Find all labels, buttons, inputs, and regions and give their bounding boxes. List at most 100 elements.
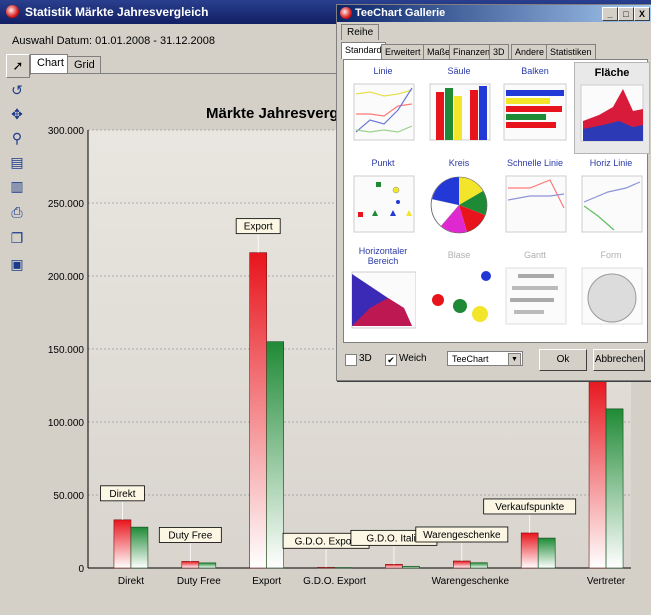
print-icon[interactable]: ⎙ — [9, 204, 25, 220]
gallery-type-label: Schnelle Linie — [506, 158, 564, 168]
save-icon[interactable]: ▣ — [9, 256, 25, 272]
bar-series-1 — [588, 377, 607, 569]
column-chart-thumbnail — [429, 83, 491, 141]
gallery-type-horiz-linie[interactable]: Horiz Linie — [574, 154, 648, 244]
theme-select[interactable]: TeeChart ▼ — [447, 351, 523, 366]
checkbox-3d[interactable] — [345, 354, 357, 366]
gallery-type-label: Punkt — [371, 158, 395, 168]
tab-statistiken[interactable]: Statistiken — [546, 44, 596, 59]
theme-select-value: TeeChart — [452, 354, 489, 364]
x-tick-label: G.D.O. Export — [303, 576, 366, 587]
bar-series-2 — [605, 408, 624, 569]
app-window: Statistik Märkte Jahresvergleich Auswahl… — [0, 0, 651, 615]
bar-series-1 — [385, 564, 403, 569]
gallery-type-blase[interactable]: Blase — [422, 246, 496, 336]
move-icon[interactable]: ✥ — [9, 106, 25, 122]
gallery-type-label: Gantt — [523, 250, 546, 260]
gallery-type-label: Horizontaler Bereich — [358, 246, 408, 266]
bar-series-1 — [317, 566, 335, 569]
bubble-chart-thumbnail — [432, 271, 491, 322]
gallery-type-gantt[interactable]: Gantt — [498, 246, 572, 336]
gallery-type-punkt[interactable]: Punkt — [346, 154, 420, 244]
minimize-button[interactable]: _ — [602, 7, 618, 21]
bar-series-2 — [537, 537, 556, 569]
bar-series-1 — [520, 532, 539, 569]
area-chart-thumbnail — [580, 84, 644, 142]
zoom-icon[interactable]: ⚲ — [9, 130, 25, 146]
bar-series-1 — [181, 561, 200, 569]
x-tick-label: Vertreter — [587, 576, 626, 587]
cancel-button[interactable]: Abbrechen — [593, 349, 645, 371]
gallery-type-label: Fläche — [594, 67, 630, 79]
tab-3d[interactable]: 3D — [489, 44, 509, 59]
chevron-down-icon[interactable]: ▼ — [508, 353, 521, 366]
maximize-button[interactable]: □ — [618, 7, 634, 21]
tab-chart[interactable]: Chart — [30, 54, 68, 75]
gallery-type-label: Blase — [447, 250, 471, 260]
window-title: Statistik Märkte Jahresvergleich — [25, 5, 209, 19]
checkbox-weich[interactable]: ✔ — [385, 354, 397, 366]
horizontal-line-thumbnail — [581, 175, 643, 233]
gallery-type-label: Säule — [447, 66, 471, 76]
y-tick-label: 100.000 — [48, 418, 85, 429]
app-icon — [6, 5, 19, 18]
chart-type-grid: Linie Säule Balken Fläche Punkt Kreis Sc… — [343, 59, 650, 343]
gallery-type-label: Balken — [521, 66, 549, 76]
ok-button[interactable]: Ok — [539, 349, 587, 371]
tab-erweitert[interactable]: Erweitert — [381, 44, 425, 59]
x-tick-label: Warengeschenke — [432, 576, 510, 587]
gallery-footer: 3D ✔ Weich TeeChart ▼ Ok Abbrechen — [343, 347, 646, 375]
gallery-type-flaeche[interactable]: Fläche — [574, 62, 650, 154]
tab-grid[interactable]: Grid — [67, 56, 101, 74]
chart-toolbar: ➚ ↺ ✥ ⚲ ▤ ▥ ⎙ ❐ ▣ — [4, 54, 30, 615]
gallery-type-form[interactable]: Form — [574, 246, 648, 336]
tab-standard[interactable]: Standard — [341, 42, 386, 59]
gallery-type-kreis[interactable]: Kreis — [422, 154, 496, 244]
gallery-type-schnelle-linie[interactable]: Schnelle Linie — [498, 154, 572, 244]
y-tick-label: 150.000 — [48, 345, 85, 356]
checkbox-weich-label: Weich — [399, 353, 427, 364]
tab-finanzen[interactable]: Finanzen — [449, 44, 495, 59]
gallery-type-balken[interactable]: Balken — [498, 62, 572, 152]
bar-series-2 — [198, 562, 217, 569]
data-label: Export — [244, 222, 273, 233]
gallery-type-horizontaler-bereich[interactable]: Horizontaler Bereich — [346, 246, 420, 336]
shape-chart-thumbnail — [581, 267, 643, 325]
bar-series-2 — [266, 341, 284, 569]
pie-chart-thumbnail — [430, 176, 488, 234]
y-tick-label: 50.000 — [53, 491, 84, 502]
tab-reihe[interactable]: Reihe — [341, 24, 380, 40]
bar-series-1 — [113, 519, 132, 569]
gallery-app-icon — [340, 7, 352, 19]
line-chart-thumbnail — [353, 83, 415, 141]
point-chart-thumbnail — [353, 175, 415, 233]
pointer-icon[interactable]: ➚ — [6, 54, 30, 78]
gallery-type-label: Horiz Linie — [589, 158, 633, 168]
checkbox-3d-label: 3D — [359, 353, 372, 364]
close-button[interactable]: X — [634, 7, 650, 21]
gallery-type-saeule[interactable]: Säule — [422, 62, 496, 152]
y-tick-label: 250.000 — [48, 199, 85, 210]
y-tick-label: 300.000 — [48, 126, 85, 137]
teechart-gallery-dialog: TeeChart Gallerie _ □ X Reihe Standard E… — [336, 4, 651, 381]
copy-icon[interactable]: ❐ — [9, 230, 25, 246]
gallery-subtabs: Standard Erweitert Maße Finanzen 3D Ande… — [341, 42, 648, 59]
bar-series-2 — [470, 562, 488, 569]
data-label: G.D.O. Italia — [366, 533, 421, 544]
x-tick-label: Direkt — [118, 576, 144, 587]
x-tick-label: Export — [252, 576, 281, 587]
gantt-chart-thumbnail — [505, 267, 567, 325]
bar-series-2 — [130, 526, 149, 569]
y-tick-label: 200.000 — [48, 272, 85, 283]
data-label: Warengeschenke — [423, 530, 501, 541]
edit-icon[interactable]: ▤ — [9, 154, 25, 170]
export-icon[interactable]: ▥ — [9, 178, 25, 194]
data-label: G.D.O. Export — [295, 536, 358, 547]
data-label: Duty Free — [168, 530, 212, 541]
tab-andere[interactable]: Andere — [511, 44, 549, 59]
gallery-type-linie[interactable]: Linie — [346, 62, 420, 152]
rotate-icon[interactable]: ↺ — [9, 82, 25, 98]
bar-series-1 — [249, 252, 267, 569]
horizontal-bar-thumbnail — [503, 83, 567, 141]
fast-line-thumbnail — [505, 175, 567, 233]
